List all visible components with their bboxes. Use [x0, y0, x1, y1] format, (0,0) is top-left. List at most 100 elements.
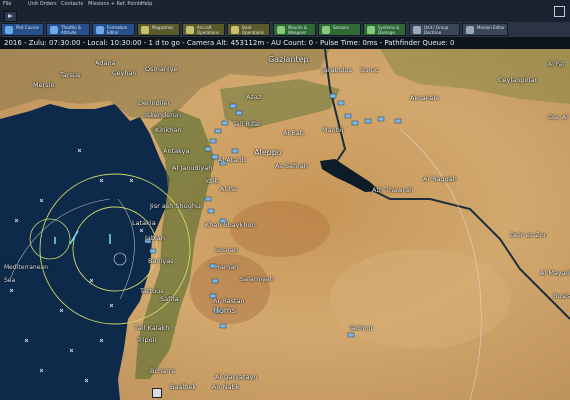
maximize-icon — [554, 6, 565, 17]
desert-patch-1 — [230, 201, 330, 257]
label-jablah: Jablah — [145, 234, 165, 242]
label-kirikhan: Kirikhan — [155, 126, 182, 134]
menu-help[interactable]: Help — [141, 0, 152, 9]
label-an-nabk: An Nabk — [212, 383, 240, 391]
label-al-mayadin: Al Mayadin — [540, 269, 570, 277]
label-bcharre: Bcharre — [150, 367, 176, 375]
label-hamah: Hamah — [215, 263, 239, 271]
mission-editor-button[interactable]: Mission Editor — [462, 23, 508, 36]
label-sea-1: Mediterranean — [4, 264, 48, 271]
menu-unit-orders[interactable]: Unit Orders — [28, 0, 57, 9]
menu-bar: File Unit Orders Contacts Missions + Ref… — [0, 0, 570, 9]
desert-patch-2 — [330, 249, 510, 349]
menu-file[interactable]: File — [3, 0, 11, 9]
label-deir-ez-zor: Deir ez-Zor — [510, 231, 547, 239]
weapons-icon — [277, 26, 285, 34]
label-khan-shaykhun: Khan Shaykhun — [205, 221, 256, 229]
label-jisr-ash-shughur: Jisr ash Shughur — [150, 202, 203, 210]
formation-label: Formation Editor — [107, 25, 128, 35]
label-busra: Busra — [553, 292, 570, 300]
label-tall-rifat: Tall Rifat — [233, 120, 261, 128]
label-jarabulus: Jarabulus — [322, 66, 353, 74]
plot-course-icon — [5, 26, 13, 34]
label-antakya: Antakya — [163, 147, 190, 155]
menu-contacts[interactable]: Contacts — [61, 0, 83, 9]
label-tartous: Tartous — [140, 287, 164, 295]
magazines-button[interactable]: Magazines — [137, 23, 180, 36]
systems-icon — [367, 26, 375, 34]
formation-editor-button[interactable]: Formation Editor — [92, 23, 135, 36]
doctrine-label: Unit / Group Doctrine — [424, 25, 449, 35]
doctrine-icon — [413, 26, 421, 34]
label-safita: Safita — [160, 295, 179, 303]
label-al-bab: Al Bab — [283, 129, 304, 137]
label-ar-rastan: Ar Rastan — [213, 297, 245, 305]
formation-icon — [96, 26, 104, 34]
label-aleppo: Aleppo — [254, 148, 282, 157]
sensors-button[interactable]: Sensors — [318, 23, 361, 36]
map-canvas[interactable] — [0, 49, 570, 400]
plot-course-button[interactable]: Plot Course — [1, 23, 44, 36]
label-al-qaryatayn: Al Qaryatayn — [215, 373, 258, 381]
label-homs: Homs — [213, 306, 236, 315]
boat-icon — [231, 26, 239, 34]
label-ath-thawrah: Ath Thawrah — [372, 186, 414, 194]
play-icon — [8, 14, 13, 18]
map-view[interactable]: Gaziantep Jarabulus Suruc Akcakale Ceyla… — [0, 49, 570, 400]
boat-operations-button[interactable]: Boat Operations — [227, 23, 270, 36]
status-bar: 2016 - Zulu: 07:30:00 - Local: 10:30:00 … — [0, 37, 570, 49]
label-ariha: Ariha — [220, 185, 238, 193]
label-tall-kalakh: Tall Kalakh — [135, 324, 170, 332]
boat-label: Boat Operations — [242, 25, 264, 35]
label-osmaniye: Osmaniye — [145, 65, 178, 73]
label-tripoli: Tripoli — [137, 336, 157, 344]
systems-damage-button[interactable]: Systems & Damage — [363, 23, 406, 36]
label-derindiler: Derindiler — [138, 99, 171, 107]
label-iskenderun: Iskenderun — [145, 111, 181, 119]
mounts-weapons-button[interactable]: Mounts & Weapons — [273, 23, 316, 36]
sensors-icon — [322, 26, 330, 34]
label-akcakale: Akcakale — [410, 94, 440, 102]
throttle-altitude-button[interactable]: Throttle & Altitude — [46, 23, 90, 36]
label-tarsus: Tarsus — [60, 71, 81, 79]
sensors-label: Sensors — [333, 25, 349, 30]
label-sea-3: Al Fat — [548, 61, 565, 68]
aircraft-icon — [186, 26, 194, 34]
magazines-icon — [141, 26, 149, 34]
magazines-label: Magazines — [152, 25, 174, 30]
label-baalbek: Baalbek — [170, 383, 197, 391]
label-mersin: Mersin — [33, 81, 55, 89]
label-souran: Souran — [215, 246, 238, 254]
label-salamiyah: Salamiyah — [240, 275, 274, 283]
label-sea-2: Sea — [4, 277, 16, 284]
label-adana: Adana — [95, 59, 116, 67]
systems-label: Systems & Damage — [378, 25, 400, 35]
window-maximize-button[interactable] — [550, 0, 570, 22]
label-manbij: Manbij — [322, 126, 344, 134]
label-baniyas: Baniyas — [148, 257, 174, 265]
label-as-safirah: As Safirah — [275, 162, 308, 170]
throttle-label: Throttle & Altitude — [61, 25, 82, 35]
label-idlib: Idlib — [205, 177, 219, 185]
plot-course-label: Plot Course — [16, 25, 39, 30]
aircraft-operations-button[interactable]: Aircraft Operations — [182, 23, 225, 36]
label-latakia: Latakia — [132, 219, 156, 227]
label-suruc: Suruc — [360, 66, 379, 74]
label-al-atarib: Al Atarib — [218, 156, 246, 164]
mission-editor-icon — [466, 26, 474, 34]
label-tadmur: Tadmur — [349, 324, 374, 332]
play-button[interactable] — [4, 11, 17, 22]
label-al-janudiyah: Al Janudiyah — [172, 164, 213, 172]
throttle-icon — [50, 26, 58, 34]
label-gaziantep: Gaziantep — [268, 55, 309, 64]
label-ceyhan: Ceyhan — [112, 69, 137, 77]
mission-editor-label: Mission Editor — [477, 25, 505, 30]
aircraft-label: Aircraft Operations — [197, 25, 219, 35]
label-ar-raqqah: Ar Raqqah — [423, 175, 457, 183]
menu-missions-ref-points[interactable]: Missions + Ref. Points — [88, 0, 142, 9]
doctrine-button[interactable]: Unit / Group Doctrine — [409, 23, 460, 36]
map-center-button[interactable] — [152, 388, 162, 398]
label-azaz: Azaz — [246, 93, 262, 101]
weapons-label: Mounts & Weapons — [288, 25, 308, 35]
label-ceylanpinar: Ceylanpinar — [498, 76, 537, 84]
